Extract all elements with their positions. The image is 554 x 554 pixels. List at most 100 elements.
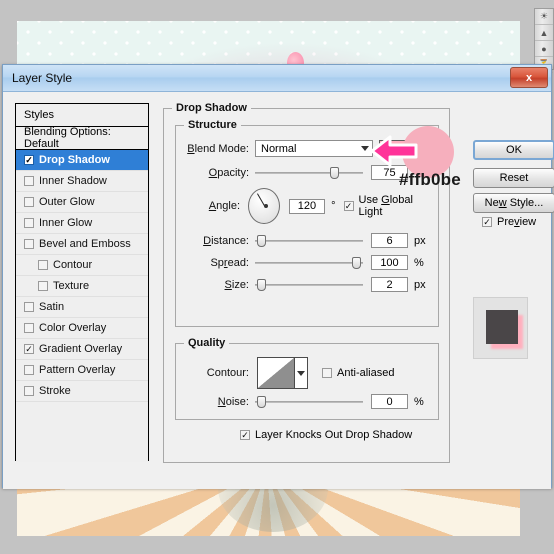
opacity-label: Opacity: (208, 166, 249, 179)
distance-slider-track (255, 239, 363, 242)
spread-input[interactable]: 100 (371, 255, 408, 270)
use-global-light-checkbox-box[interactable]: ✓ (343, 201, 354, 211)
styles-list-header[interactable]: Styles (16, 104, 148, 127)
styles-list-item-checkbox[interactable]: ✓ (24, 344, 34, 354)
noise-slider-knob[interactable] (257, 395, 266, 408)
opacity-slider[interactable] (255, 166, 363, 180)
styles-list-item-checkbox[interactable] (38, 281, 48, 291)
styles-list-item-label: Satin (39, 301, 65, 313)
styles-list-item[interactable]: Color Overlay (16, 318, 148, 339)
styles-list-item-checkbox[interactable]: ✓ (24, 155, 34, 165)
styles-list-item[interactable]: Inner Shadow (16, 171, 148, 192)
chevron-down-icon (297, 370, 305, 376)
styles-list-item[interactable]: Inner Glow (16, 213, 148, 234)
opacity-slider-knob[interactable] (330, 166, 339, 179)
dialog-title: Layer Style (12, 71, 73, 85)
noise-input[interactable]: 0 (371, 394, 408, 409)
styles-list-item-checkbox[interactable] (24, 323, 34, 333)
styles-list-panel: Styles Blending Options: Default ✓ Drop S… (15, 103, 149, 462)
styles-list-item[interactable]: Pattern Overlay (16, 360, 148, 381)
angle-label: Angle: (208, 200, 240, 212)
size-unit: px (414, 278, 426, 291)
styles-list-item[interactable]: ✓ Gradient Overlay (16, 339, 148, 360)
size-slider-knob[interactable] (257, 278, 266, 291)
styles-list-item-label: Contour (53, 259, 93, 271)
styles-list-item[interactable]: Outer Glow (16, 192, 148, 213)
layer-knocks-out-checkbox[interactable]: ✓ Layer Knocks Out Drop Shadow (240, 429, 412, 441)
styles-list-item[interactable]: ✓ Drop Shadow (16, 150, 148, 171)
styles-list-item[interactable]: Satin (16, 297, 148, 318)
anti-aliased-label: Anti-aliased (337, 367, 395, 379)
styles-list-item-label: Texture (53, 280, 90, 292)
angle-dial[interactable] (248, 188, 280, 224)
reset-button[interactable]: Reset (473, 168, 554, 188)
quality-group-title: Quality (184, 337, 230, 349)
image-icon[interactable]: ▲ (535, 25, 553, 41)
dialog-titlebar[interactable]: Layer Style x (3, 65, 551, 92)
styles-list-item-label: Stroke (39, 385, 71, 397)
styles-list-item-checkbox[interactable] (38, 260, 48, 270)
document-canvas-bottom (17, 488, 520, 536)
styles-list-item-checkbox[interactable] (24, 218, 34, 228)
spread-slider-knob[interactable] (352, 256, 361, 269)
layer-style-dialog: Layer Style x Styles Blending Options: D… (2, 64, 554, 489)
size-input[interactable]: 2 (371, 277, 408, 292)
layer-knocks-out-label: Layer Knocks Out Drop Shadow (255, 429, 413, 441)
size-slider[interactable] (255, 278, 363, 292)
spread-slider[interactable] (255, 256, 363, 270)
new-style-label: New Style... (484, 197, 544, 209)
blending-options-item[interactable]: Blending Options: Default (16, 126, 148, 150)
brightness-icon[interactable]: ☀ (535, 9, 553, 25)
styles-list-items: ✓ Drop Shadow Inner Shadow Outer Glow Inner … (16, 150, 148, 402)
noise-slider[interactable] (255, 395, 363, 409)
contour-picker[interactable] (257, 357, 308, 389)
angle-unit: ° (331, 200, 336, 212)
styles-list-item-checkbox[interactable] (24, 386, 34, 396)
styles-list-item-checkbox[interactable] (24, 365, 34, 375)
styles-list-item[interactable]: Contour (16, 255, 148, 276)
ok-button[interactable]: OK (473, 140, 554, 160)
use-global-light-checkbox[interactable]: ✓ Use Global Light (343, 194, 428, 218)
styles-list-item[interactable]: Bevel and Emboss (16, 234, 148, 255)
styles-list-filler (16, 402, 148, 462)
anti-aliased-checkbox[interactable]: Anti-aliased (322, 367, 394, 379)
size-slider-track (255, 283, 363, 286)
styles-list-item[interactable]: Stroke (16, 381, 148, 402)
drop-shadow-group-title: Drop Shadow (172, 102, 251, 114)
styles-list-item-checkbox[interactable] (24, 176, 34, 186)
styles-list-item-checkbox[interactable] (24, 197, 34, 207)
styles-list-item-checkbox[interactable] (24, 302, 34, 312)
noise-slider-track (255, 400, 363, 403)
annotation-arrow-icon (370, 135, 418, 167)
styles-list-item-checkbox[interactable] (24, 239, 34, 249)
contour-thumbnail[interactable] (257, 357, 295, 389)
blend-mode-select[interactable]: Normal (255, 140, 373, 157)
styles-list-item-label: Inner Shadow (39, 175, 107, 187)
distance-label: Distance: (203, 234, 249, 247)
close-button[interactable]: x (510, 67, 548, 88)
size-label: Size: (224, 278, 249, 291)
distance-input[interactable]: 6 (371, 233, 408, 248)
styles-list-item-label: Color Overlay (39, 322, 107, 334)
styles-list-item[interactable]: Texture (16, 276, 148, 297)
contour-curve-graphic (258, 358, 294, 388)
preview-square (486, 310, 518, 344)
angle-dial-hub (264, 204, 268, 208)
styles-list-item-label: Gradient Overlay (39, 343, 123, 355)
distance-slider-knob[interactable] (257, 234, 266, 247)
spread-unit: % (414, 256, 424, 269)
angle-input[interactable]: 120 (288, 198, 326, 214)
distance-slider[interactable] (255, 234, 363, 248)
blend-mode-label: Blend Mode: (187, 142, 249, 155)
panel-icon-strip[interactable]: ☀ ▲ ● ⏳ (534, 8, 554, 73)
styles-list-item-label: Pattern Overlay (39, 364, 116, 376)
preview-checkbox[interactable]: ✓ Preview (482, 216, 536, 228)
spread-slider-track (255, 261, 363, 264)
anti-aliased-checkbox-box[interactable] (322, 368, 332, 378)
adjustment-icon[interactable]: ● (535, 41, 553, 57)
preview-checkbox-box[interactable]: ✓ (482, 217, 492, 227)
contour-dropdown-arrow[interactable] (295, 357, 308, 389)
noise-unit: % (414, 395, 424, 408)
new-style-button[interactable]: New Style... (473, 193, 554, 213)
layer-knocks-out-checkbox-box[interactable]: ✓ (240, 430, 250, 440)
